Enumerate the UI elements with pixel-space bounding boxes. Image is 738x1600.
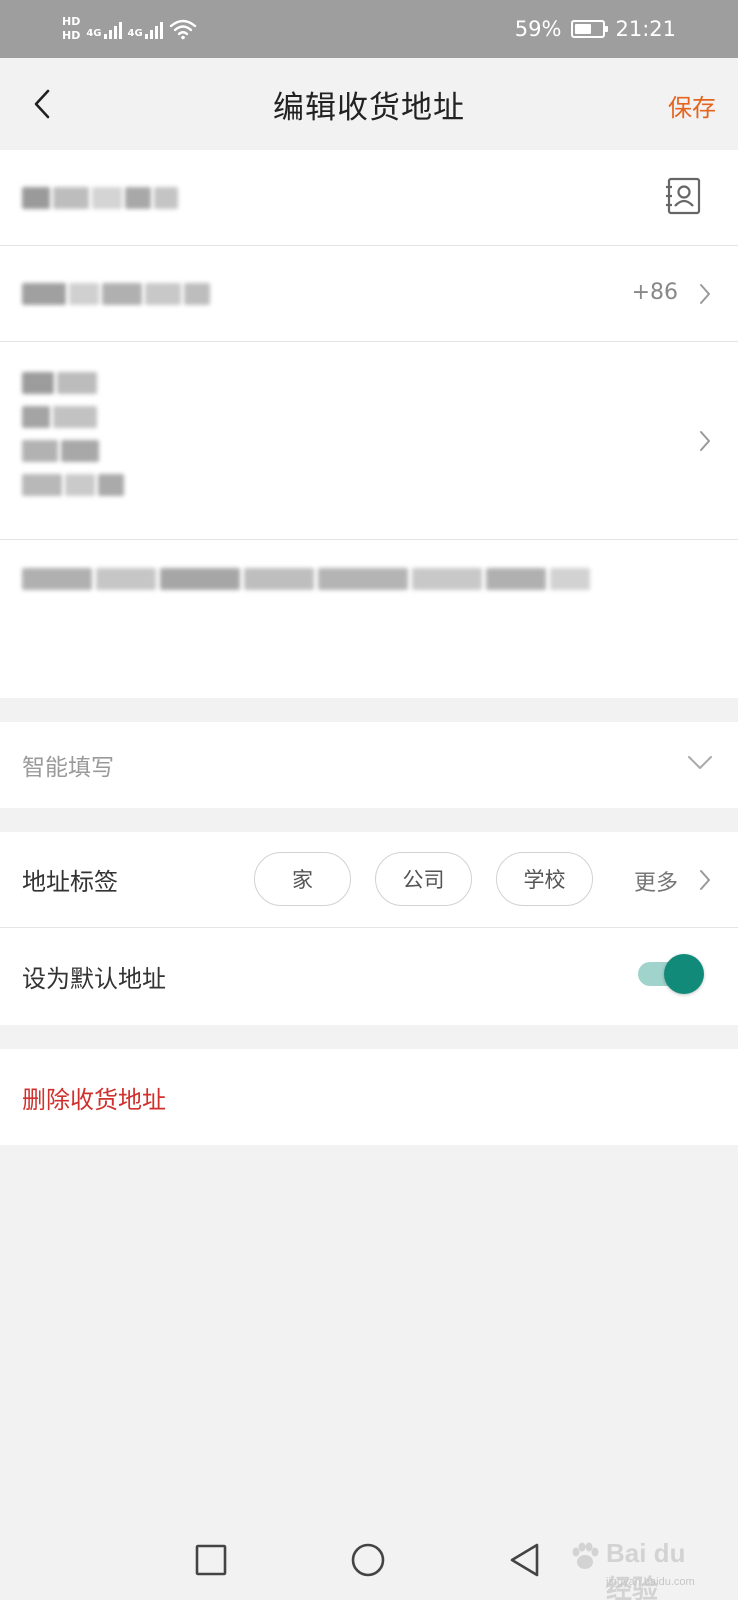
default-address-label: 设为默认地址 [22, 965, 166, 993]
battery-icon [571, 20, 609, 38]
chevron-right-icon [700, 870, 710, 890]
status-left: HD HD 4G 4G [62, 16, 197, 42]
more-tags-button[interactable]: 更多 [634, 865, 678, 897]
signal-bars-icon [103, 19, 122, 39]
tag-school[interactable]: 学校 [496, 852, 593, 906]
delete-address-row[interactable]: 删除收货地址 [0, 1049, 738, 1145]
smart-fill-card: 智能填写 [0, 722, 738, 808]
home-icon[interactable] [348, 1540, 388, 1580]
smart-fill-label: 智能填写 [22, 755, 114, 781]
address-tag-row: 地址标签 家 公司 学校 更多 [0, 832, 738, 928]
battery-percent: 59% [514, 17, 562, 41]
battery-fill [575, 24, 591, 34]
paw-icon [572, 1542, 599, 1569]
country-code[interactable]: +86 [632, 280, 678, 305]
recent-apps-icon[interactable] [191, 1540, 231, 1580]
watermark-main: Bai du 经验 [606, 1538, 686, 1600]
contacts-book-icon[interactable] [664, 176, 704, 216]
tag-company[interactable]: 公司 [375, 852, 472, 906]
network-type-2: 4G [127, 28, 143, 39]
detail-address-row[interactable] [0, 540, 738, 698]
region-row[interactable] [0, 342, 738, 540]
toggle-knob [664, 954, 704, 994]
baidu-watermark: Bai du 经验 jingyan.baidu.com [568, 1538, 718, 1600]
signal-1: 4G [86, 19, 122, 39]
wifi-icon [169, 19, 196, 40]
address-tag-label: 地址标签 [22, 868, 118, 896]
name-value-redacted [22, 186, 178, 209]
hd-badge-2: HD [62, 29, 81, 42]
smart-fill-row[interactable]: 智能填写 [0, 722, 738, 808]
phone-row[interactable]: +86 [0, 246, 738, 342]
tag-home[interactable]: 家 [254, 852, 351, 906]
name-row[interactable] [0, 150, 738, 246]
watermark-sub: jingyan.baidu.com [606, 1576, 695, 1588]
chevron-down-icon[interactable] [686, 754, 714, 772]
hd-badge-1: HD [62, 15, 81, 28]
chevron-left-icon [34, 89, 50, 119]
save-button[interactable]: 保存 [668, 88, 716, 123]
default-address-row: 设为默认地址 [0, 928, 738, 1025]
address-form-card: +86 [0, 150, 738, 698]
signal-2: 4G [128, 19, 163, 39]
network-type-1: 4G [86, 28, 102, 39]
delete-address-button[interactable]: 删除收货地址 [22, 1080, 166, 1115]
chevron-right-icon [700, 284, 710, 304]
delete-card: 删除收货地址 [0, 1049, 738, 1145]
back-button[interactable] [22, 84, 62, 124]
system-nav-bar: Bai du 经验 jingyan.baidu.com [0, 1524, 738, 1600]
tag-options: 家 公司 学校 [254, 852, 593, 906]
chevron-right-icon [700, 431, 710, 451]
region-value-redacted [22, 372, 124, 496]
options-card: 地址标签 家 公司 学校 更多 设为默认地址 [0, 832, 738, 1025]
hd-badges: HD HD [62, 16, 80, 42]
page-title: 编辑收货地址 [273, 89, 465, 126]
detail-address-redacted [22, 568, 590, 590]
default-address-toggle[interactable] [634, 954, 704, 994]
signal-bars-icon [144, 19, 163, 39]
nav-bar: 编辑收货地址 保存 [0, 58, 738, 150]
back-triangle-icon[interactable] [505, 1540, 545, 1580]
status-right: 59% 21:21 [515, 17, 676, 41]
status-bar: HD HD 4G 4G 59% 21:21 [0, 0, 738, 58]
clock: 21:21 [615, 17, 676, 41]
phone-value-redacted [22, 282, 210, 305]
